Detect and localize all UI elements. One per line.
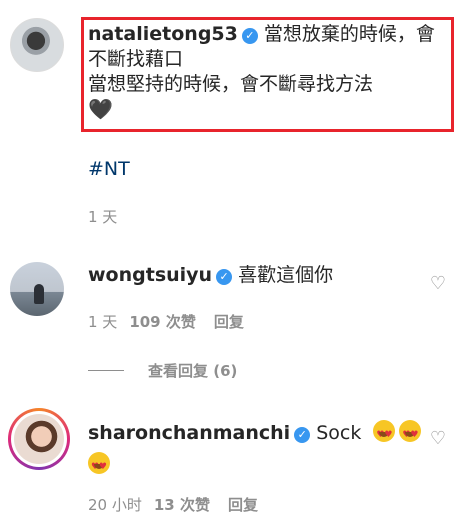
comment-text: natalietong53 ✓ 當想放棄的時候，會不斷找藉口 當想堅持的時候，會不斷… [88,22,448,123]
verified-badge-icon: ✓ [216,269,233,285]
avatar-wongtsuiyu[interactable] [10,262,64,316]
timestamp: 1 天 [88,208,118,226]
heart-eyes-emoji-icon [88,452,110,480]
username[interactable]: wongtsuiyu [88,264,212,286]
verified-badge-icon: ✓ [241,28,258,44]
comment-meta: 1 天 109 次赞 回复 [88,311,244,332]
comment-line-2: 當想堅持的時候，會不斷尋找方法 [88,73,374,95]
hashtag-link[interactable]: #NT [88,158,130,180]
comment-sharonchanmanchi: sharonchanmanchi ✓ Sock [88,420,425,480]
reply-button[interactable]: 回复 [228,496,258,514]
comment-text: Sock [316,422,362,444]
username[interactable]: natalietong53 [88,23,238,45]
avatar-natalietong53[interactable] [10,18,64,72]
heart-eyes-emoji-icon [399,420,422,448]
like-count[interactable]: 109 次赞 [129,313,196,331]
comment-wongtsuiyu: wongtsuiyu ✓ 喜歡這個你 [88,263,333,288]
comment-meta: 20 小时 13 次赞 回复 [88,494,258,515]
comment-meta: 1 天 [88,206,117,227]
timestamp: 1 天 [88,313,118,331]
timestamp: 20 小时 [88,496,142,514]
username[interactable]: sharonchanmanchi [88,422,290,444]
comment-text: 喜歡這個你 [238,264,334,286]
avatar-figure [34,284,44,304]
view-replies-label: 查看回复 (6) [148,362,238,380]
black-heart-emoji: 🖤 [88,97,113,121]
like-count[interactable]: 13 次赞 [154,496,210,514]
view-replies-button[interactable]: 查看回复 (6) [88,360,237,381]
verified-badge-icon: ✓ [294,427,311,443]
heart-eyes-emoji-icon [373,420,396,448]
reply-button[interactable]: 回复 [214,313,244,331]
heart-outline-icon[interactable]: ♡ [428,429,448,449]
avatar-sharonchanmanchi[interactable] [8,408,70,470]
comment-natalietong53: natalietong53 ✓ 當想放棄的時候，會不斷找藉口 當想堅持的時候，會不斷… [88,22,448,123]
heart-outline-icon[interactable]: ♡ [428,274,448,294]
divider-line [88,370,124,371]
